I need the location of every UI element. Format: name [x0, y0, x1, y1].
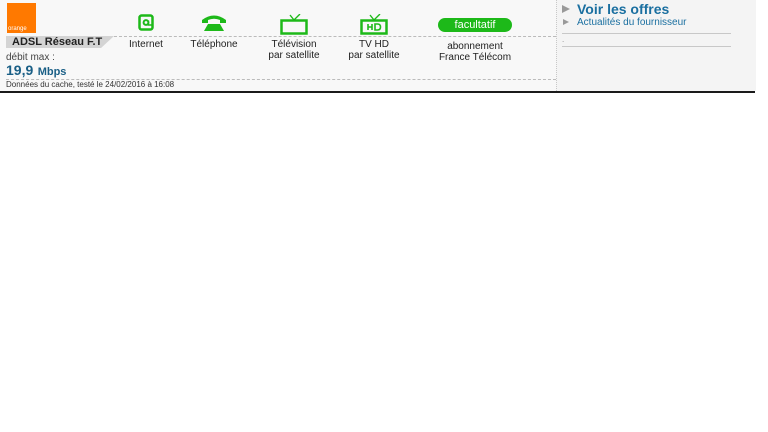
- tv-icon: [258, 14, 330, 35]
- cache-note: Données du cache, testé le 24/02/2016 à …: [6, 80, 175, 89]
- service-tv-hd: TV HD par satellite: [340, 14, 408, 61]
- internet-at-icon: [123, 14, 169, 34]
- service-sublabel: par satellite: [268, 50, 320, 61]
- provider-news-link[interactable]: Actualités du fournisseur: [577, 17, 687, 28]
- sidebar-placeholder: .: [562, 35, 565, 44]
- service-label: Internet: [129, 39, 163, 50]
- telephone-icon: [182, 14, 246, 34]
- arrow-right-icon: [562, 5, 570, 13]
- offer-details: orange ADSL Réseau F.T débit max : 19,9 …: [0, 0, 556, 91]
- isp-offer-panel: orange ADSL Réseau F.T débit max : 19,9 …: [0, 0, 756, 93]
- orange-logo: orange: [7, 3, 36, 33]
- tv-hd-icon: [340, 14, 408, 35]
- service-label: TV HD: [359, 39, 389, 50]
- service-label: Téléphone: [190, 39, 238, 50]
- service-france-telecom: facultatif abonnement France Télécom: [430, 14, 520, 63]
- speed-number: 19,9: [6, 62, 34, 78]
- view-offers-link[interactable]: Voir les offres: [577, 1, 669, 17]
- service-sublabel: France Télécom: [438, 52, 512, 63]
- service-sublabel: par satellite: [348, 50, 400, 61]
- service-telephone: Téléphone: [182, 14, 246, 50]
- offer-name: ADSL Réseau F.T: [12, 36, 103, 48]
- service-television: Télévision par satellite: [258, 14, 330, 61]
- divider: [562, 46, 731, 47]
- speed-value: 19,9 Mbps: [6, 62, 66, 80]
- service-label: Télévision: [271, 39, 317, 50]
- service-internet: Internet: [123, 14, 169, 50]
- service-label: abonnement: [447, 41, 503, 52]
- logo-text: orange: [8, 26, 27, 32]
- divider: [562, 33, 731, 34]
- optional-badge: facultatif: [438, 18, 512, 32]
- arrow-right-icon: [563, 19, 569, 25]
- speed-unit: Mbps: [37, 66, 67, 78]
